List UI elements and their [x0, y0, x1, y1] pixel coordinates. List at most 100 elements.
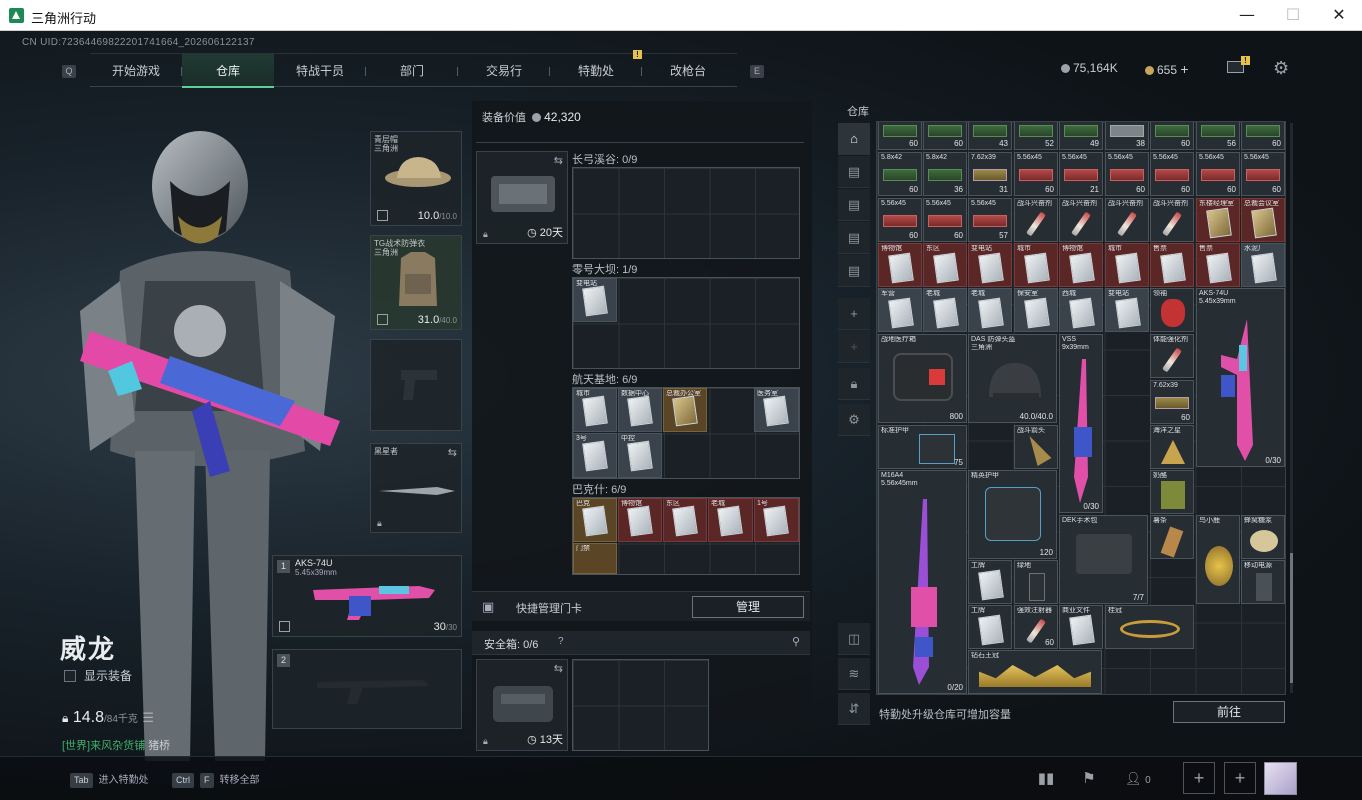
keycard-item[interactable]: 城市 — [1014, 243, 1058, 287]
tab-start-game[interactable]: 开始游戏 — [90, 54, 182, 88]
stats-chart-icon[interactable]: ▮▮ — [1032, 765, 1060, 793]
warehouse-tab-iv2-icon[interactable]: ▤ — [838, 189, 870, 221]
keycard-item[interactable]: 城市 — [573, 388, 617, 432]
dek-kit-item[interactable]: DEK手术包 7/7 — [1059, 515, 1148, 604]
badge-item[interactable]: 工牌 — [968, 605, 1012, 649]
badge-item[interactable]: 工牌 — [968, 560, 1012, 604]
keycard-item[interactable]: 博物馆 — [878, 243, 922, 287]
flag-icon[interactable]: ⚑ — [1075, 765, 1103, 793]
maximize-button[interactable]: ☐ — [1270, 0, 1316, 31]
warehouse-grid[interactable]: 60 60 43 52 49 38 60 56 60 5.8x42 60 5.8x… — [876, 121, 1286, 695]
fries-item[interactable]: 薯条 — [1150, 515, 1194, 559]
safe-box-slot[interactable]: ⇆ 🔒︎ ◷ 13天 — [476, 659, 568, 751]
invite-slot-2-plus-icon[interactable]: + — [1224, 762, 1256, 794]
backpack-slot[interactable]: ⇆ 🔒︎ ◷ 20天 — [476, 151, 568, 244]
keycard-item[interactable]: 城市 — [1105, 243, 1149, 287]
warehouse-scrollbar[interactable] — [1290, 123, 1293, 693]
tab-operators[interactable]: 特战干员 — [274, 54, 366, 88]
ammo-item[interactable]: 5.56x45 60 — [1105, 152, 1149, 196]
warehouse-settings-icon[interactable]: ⚙ — [838, 404, 870, 436]
primary-weapon-slot[interactable]: 1 AKS-74U 5.45x39mm 30/30 — [272, 555, 462, 637]
ammo-item[interactable]: 5.56x45 60 — [1014, 152, 1058, 196]
warehouse-layers-icon[interactable]: ≋ — [838, 658, 870, 690]
power-bank-item[interactable]: 移动电源 — [1241, 560, 1285, 604]
manage-button[interactable]: 管理 — [692, 596, 804, 618]
swap-icon[interactable]: ⇆ — [554, 154, 563, 167]
ammo-item[interactable]: 5.8x42 60 — [878, 152, 922, 196]
keycard-item[interactable]: 售票 — [1150, 243, 1194, 287]
warehouse-lock-icon[interactable]: 🔒︎ — [838, 368, 870, 400]
armor-slot[interactable]: TG战术防弹衣 三角洲 31.0/40.0 — [370, 235, 462, 330]
keycard-item[interactable]: 博物馆 — [618, 498, 662, 542]
medkit-item[interactable]: 战地医疗箱 800 — [878, 334, 967, 423]
armor-item[interactable]: 精英护甲 120 — [968, 470, 1057, 559]
keycard-item[interactable]: 老城 — [923, 288, 967, 332]
documents-item[interactable]: 商业文件 — [1059, 605, 1103, 649]
keycard-item[interactable]: 医务室 — [754, 388, 799, 432]
keycard-item[interactable]: 变电站 — [573, 278, 617, 322]
keycard-item[interactable]: 保安室 — [1014, 288, 1058, 332]
keycard-item[interactable]: 老城 — [968, 288, 1012, 332]
minimize-button[interactable]: — — [1224, 0, 1270, 31]
warehouse-tab-iv4-icon[interactable]: ▤ — [838, 255, 870, 287]
ammo-item[interactable]: 5.56x45 60 — [878, 198, 922, 242]
transfer-all-hint[interactable]: Ctrl F 转移全部 — [172, 771, 260, 788]
warehouse-sort-icon[interactable]: ⇵ — [838, 693, 870, 725]
keycard-item[interactable]: 变电站 — [1105, 288, 1149, 332]
helmet-slot[interactable]: 青层帽 三角洲 10.0/10.0 — [370, 131, 462, 226]
enter-special-ops-hint[interactable]: Tab 进入特勤处 — [70, 771, 149, 788]
tool-item[interactable]: 绿地 — [1014, 560, 1058, 604]
warehouse-tab-iv3-icon[interactable]: ▤ — [838, 222, 870, 254]
invite-slot-1-plus-icon[interactable]: + — [1183, 762, 1215, 794]
ammo-item[interactable]: 7.62x39 31 — [968, 152, 1012, 196]
keycard-item[interactable]: 总裁办公室 — [663, 388, 707, 432]
keycard-item[interactable]: 博物馆 — [1059, 243, 1103, 287]
melee-slot[interactable]: 黑星者 ⇆ 🔒︎ — [370, 443, 462, 533]
world-chat-line[interactable]: [世界]来风杂货铺 猪桥 — [62, 737, 170, 753]
keycard-item[interactable]: 军营 — [878, 288, 922, 332]
nav-key-left[interactable]: Q — [62, 65, 76, 78]
keycard-item[interactable]: 3号 — [573, 433, 617, 478]
keycard-item[interactable]: 数据中心 — [618, 388, 662, 432]
card-grid-changgong[interactable] — [572, 167, 800, 259]
tab-gunsmith[interactable]: 改枪台 — [642, 54, 734, 88]
ammo-item[interactable]: 7.62x39 60 — [1150, 380, 1194, 424]
swap-icon[interactable]: ⇆ — [448, 446, 457, 459]
keycard-item[interactable]: 中控 — [618, 433, 662, 478]
weight-list-icon[interactable]: ☰ — [142, 710, 154, 725]
warehouse-tab-all-icon[interactable]: ⌂ — [838, 123, 870, 155]
pin-icon[interactable]: ⚲ — [792, 635, 800, 648]
team-icon[interactable]: 👤︎ 0 — [1125, 765, 1165, 793]
keycard-item[interactable]: 门禁 — [573, 543, 617, 574]
stimulant-item[interactable]: 战斗兴奋剂 — [1014, 198, 1058, 242]
keycard-item[interactable]: 老城 — [708, 498, 753, 542]
pistol-slot[interactable] — [370, 339, 462, 431]
secondary-weapon-slot[interactable]: 2 — [272, 649, 462, 729]
nav-key-right[interactable]: E — [750, 65, 764, 78]
warehouse-screenshot-icon[interactable]: ◫ — [838, 623, 870, 655]
stimulant-item[interactable]: 战斗兴奋剂 — [1059, 198, 1103, 242]
ammo-item[interactable]: 5.56x45 60 — [1150, 152, 1194, 196]
cheese-item[interactable]: 奶酪 — [1150, 470, 1194, 514]
player-avatar[interactable] — [1264, 762, 1297, 795]
gpu-item[interactable]: 海洋之星 — [1150, 425, 1194, 469]
swap-icon[interactable]: ⇆ — [554, 662, 563, 675]
keycard-item[interactable]: 巴克 — [573, 498, 617, 542]
keycard-item[interactable]: 变电站 — [968, 243, 1012, 287]
safe-box-help-icon[interactable]: ? — [558, 636, 564, 647]
keycard-item[interactable]: 1号 — [754, 498, 799, 542]
ammo-item[interactable]: 5.56x45 60 — [1196, 152, 1240, 196]
safe-box-grid[interactable] — [572, 659, 709, 751]
leader-mask-item[interactable]: 领袖 — [1150, 288, 1194, 332]
stimulant-item[interactable]: 战斗兴奋剂 — [1105, 198, 1149, 242]
warehouse-add-tab-icon[interactable]: + — [838, 298, 870, 330]
carrier-item[interactable]: 标准护甲 75 — [878, 425, 967, 469]
keycard-item[interactable]: 东楼经理室 — [1196, 198, 1240, 242]
show-equipment-toggle[interactable]: 显示装备 — [64, 667, 132, 684]
vss-item[interactable]: VSS 9x39mm 0/30 — [1059, 334, 1103, 513]
m16a4-item[interactable]: M16A4 5.56x45mm 0/20 — [878, 470, 967, 694]
tab-special-ops[interactable]: 特勤处 — [550, 54, 642, 88]
stimulant-item[interactable]: 体能强化剂 — [1150, 334, 1194, 378]
das-helmet-item[interactable]: DAS 防弹头盔 三角洲 40.0/40.0 — [968, 334, 1057, 423]
ammo-item[interactable]: 5.56x45 60 — [923, 198, 967, 242]
